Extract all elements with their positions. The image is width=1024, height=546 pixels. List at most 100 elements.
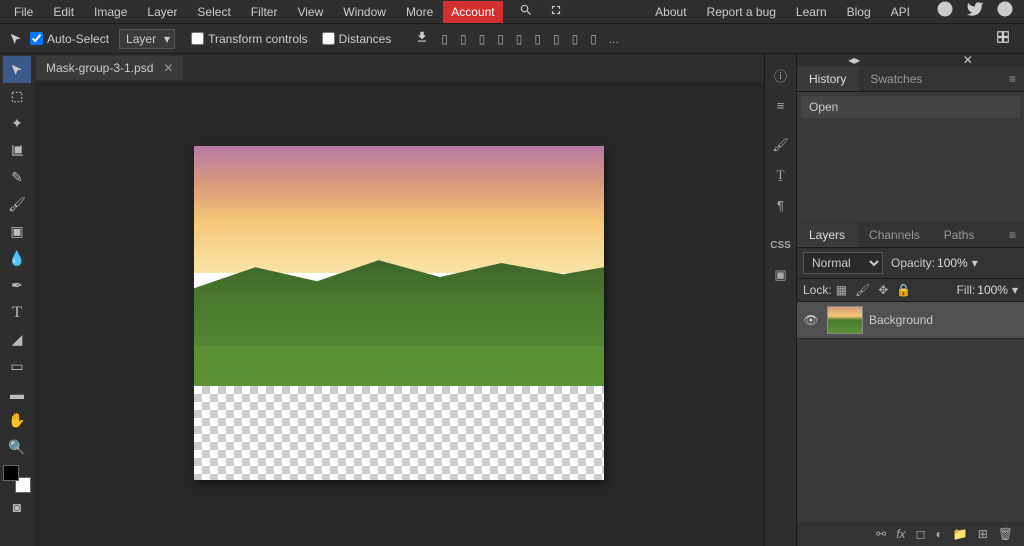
nav-api[interactable]: API — [881, 1, 920, 23]
align-bottom-icon[interactable]: ▯ — [528, 32, 547, 46]
distances-checkbox[interactable] — [322, 32, 335, 45]
align-center-h-icon[interactable]: ▯ — [454, 32, 473, 46]
menu-image[interactable]: Image — [84, 1, 137, 23]
quickmask-tool[interactable]: ◙ — [3, 493, 31, 520]
fill-value[interactable]: 100% — [977, 283, 1008, 297]
lock-pixels-icon[interactable]: 🖌 — [851, 283, 874, 297]
new-folder-icon[interactable]: 📁 — [948, 527, 973, 541]
distances-label: Distances — [339, 32, 392, 46]
opacity-value[interactable]: 100% — [937, 256, 968, 270]
info-icon[interactable]: ⓘ — [768, 62, 794, 88]
zoom-tool[interactable]: 🔍 — [3, 434, 31, 461]
distribute-h-icon[interactable]: ▯ — [547, 32, 566, 46]
menu-layer[interactable]: Layer — [137, 1, 187, 23]
shape-tool[interactable]: ▭ — [3, 353, 31, 380]
file-tab-label: Mask-group-3-1.psd — [46, 61, 153, 75]
align-left-icon[interactable]: ▯ — [435, 32, 454, 46]
layers-tab[interactable]: Layers — [797, 223, 857, 247]
transform-controls-checkbox[interactable] — [191, 32, 204, 45]
css-panel-icon[interactable]: CSS — [768, 232, 794, 258]
distribute-spacing-icon[interactable]: ▯ — [584, 32, 603, 46]
file-tab[interactable]: Mask-group-3-1.psd ✕ — [36, 56, 183, 80]
marquee-tool[interactable] — [3, 83, 31, 110]
paths-tab[interactable]: Paths — [932, 223, 987, 247]
image-panel-icon[interactable]: ▣ — [768, 262, 794, 288]
grid-icon[interactable] — [996, 30, 1018, 47]
menu-filter[interactable]: Filter — [241, 1, 288, 23]
layer-dropdown[interactable]: Layer — [119, 29, 175, 49]
canvas[interactable] — [194, 146, 604, 480]
path-tool[interactable]: ◢ — [3, 326, 31, 353]
history-item[interactable]: Open — [801, 96, 1020, 118]
type-tool[interactable]: T — [3, 299, 31, 326]
blur-tool[interactable]: 💧 — [3, 245, 31, 272]
gradient-tool[interactable]: ▬ — [3, 380, 31, 407]
download-icon[interactable] — [409, 30, 435, 47]
align-right-icon[interactable]: ▯ — [473, 32, 492, 46]
fill-dropdown-icon[interactable]: ▾ — [1012, 283, 1018, 297]
menu-view[interactable]: View — [287, 1, 333, 23]
lock-all-icon[interactable]: 🔒 — [892, 283, 915, 297]
layers-panel-menu-icon[interactable]: ≡ — [1001, 228, 1024, 242]
layer-thumbnail[interactable] — [827, 306, 863, 334]
menu-select[interactable]: Select — [187, 1, 240, 23]
nav-about[interactable]: About — [645, 1, 696, 23]
eyedropper-tool[interactable]: ✎ — [3, 164, 31, 191]
blend-mode-select[interactable]: Normal — [803, 252, 883, 274]
channels-tab[interactable]: Channels — [857, 223, 932, 247]
opacity-label: Opacity: — [891, 256, 935, 270]
settings-icon[interactable]: ≡ — [768, 92, 794, 118]
swatches-tab[interactable]: Swatches — [858, 67, 934, 91]
menubar: File Edit Image Layer Select Filter View… — [0, 0, 1024, 24]
menu-window[interactable]: Window — [333, 1, 396, 23]
new-layer-icon[interactable]: ⊞ — [973, 527, 993, 541]
brush-tool[interactable]: 🖌 — [3, 191, 31, 218]
nav-learn[interactable]: Learn — [786, 1, 837, 23]
move-tool[interactable] — [3, 56, 31, 83]
crop-tool[interactable] — [3, 137, 31, 164]
distribute-v-icon[interactable]: ▯ — [566, 32, 585, 46]
menu-file[interactable]: File — [4, 1, 43, 23]
wand-tool[interactable]: ✦ — [3, 110, 31, 137]
canvas-area[interactable] — [34, 82, 764, 546]
layer-visibility-icon[interactable]: 👁 — [801, 313, 821, 327]
facebook-icon[interactable] — [990, 0, 1020, 23]
nav-blog[interactable]: Blog — [837, 1, 881, 23]
pen-tool[interactable]: ✒ — [3, 272, 31, 299]
twitter-icon[interactable] — [960, 0, 990, 23]
search-icon[interactable] — [511, 0, 541, 24]
layer-mask-icon[interactable]: ◻ — [911, 527, 931, 541]
paragraph-panel-icon[interactable]: ¶ — [768, 192, 794, 218]
options-more[interactable]: ... — [603, 32, 625, 46]
delete-layer-icon[interactable]: 🗑 — [993, 527, 1018, 541]
lock-position-icon[interactable]: ✥ — [874, 283, 892, 297]
foreground-color-swatch[interactable] — [3, 465, 19, 481]
align-top-icon[interactable]: ▯ — [491, 32, 510, 46]
menu-edit[interactable]: Edit — [43, 1, 84, 23]
hand-tool[interactable]: ✋ — [3, 407, 31, 434]
panel-collapse-handle[interactable]: ◂▸✕ — [797, 54, 1024, 66]
link-layers-icon[interactable]: ⚯ — [871, 527, 891, 541]
close-tab-icon[interactable]: ✕ — [163, 61, 173, 75]
adjustment-layer-icon[interactable]: ◐ — [931, 527, 948, 541]
left-toolbar: ✦ ✎ 🖌 ▣ 💧 ✒ T ◢ ▭ ▬ ✋ 🔍 ◙ — [0, 54, 34, 546]
stamp-tool[interactable]: ▣ — [3, 218, 31, 245]
layer-name[interactable]: Background — [869, 313, 933, 327]
layers-panel-tabs: Layers Channels Paths ≡ — [797, 222, 1024, 248]
auto-select-checkbox[interactable] — [30, 32, 43, 45]
lock-transparency-icon[interactable]: ▦ — [832, 283, 851, 297]
nav-report-bug[interactable]: Report a bug — [697, 1, 786, 23]
reddit-icon[interactable] — [930, 0, 960, 23]
align-middle-icon[interactable]: ▯ — [510, 32, 529, 46]
opacity-dropdown-icon[interactable]: ▾ — [972, 256, 978, 270]
character-panel-icon[interactable]: Ṯ — [768, 162, 794, 188]
layer-row[interactable]: 👁 Background — [797, 302, 1024, 339]
menu-account[interactable]: Account — [443, 1, 502, 23]
color-swatches[interactable] — [3, 465, 31, 493]
layer-effects-icon[interactable]: fx — [891, 527, 910, 541]
menu-more[interactable]: More — [396, 1, 443, 23]
brush-panel-icon[interactable]: 🖌 — [768, 132, 794, 158]
history-panel-menu-icon[interactable]: ≡ — [1001, 72, 1024, 86]
history-tab[interactable]: History — [797, 67, 858, 91]
fullscreen-icon[interactable] — [541, 0, 571, 24]
